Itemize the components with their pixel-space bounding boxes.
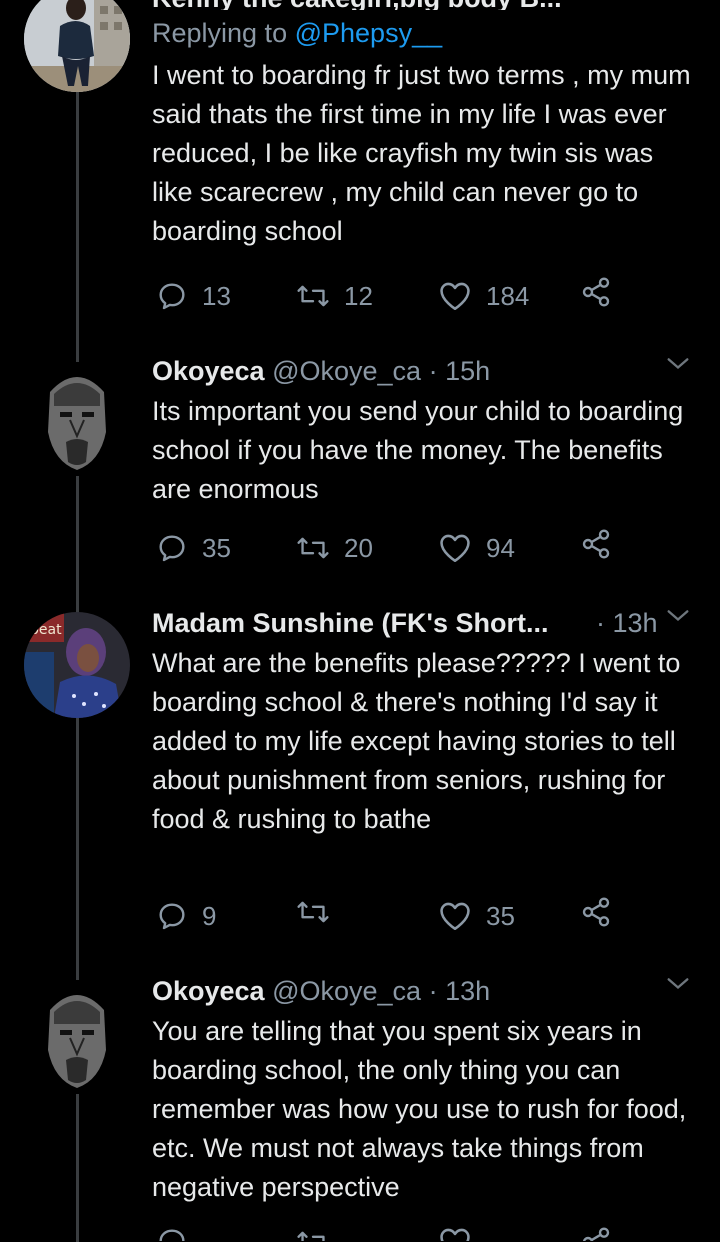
replying-to-handle[interactable]: @Phepsy__ xyxy=(295,18,443,48)
retweet-icon xyxy=(297,901,329,923)
like-icon xyxy=(440,282,470,311)
share-button[interactable] xyxy=(580,896,612,928)
chevron-down-icon[interactable] xyxy=(664,602,692,638)
tweet-actions xyxy=(152,1226,622,1241)
reply-count: 35 xyxy=(202,533,231,563)
tweet-content: Okoyeca @Okoye_ca · 15h Its important yo… xyxy=(152,354,700,509)
avatar-image: beat xyxy=(24,612,130,718)
author-name[interactable]: Okoyeca xyxy=(152,356,265,386)
share-button[interactable] xyxy=(580,1226,612,1241)
tweet-header-partial: Kenny the cakegirl,big body B... xyxy=(152,0,700,10)
avatar-image xyxy=(24,0,130,92)
avatar[interactable] xyxy=(40,980,114,1094)
tweet-header: Okoyeca @Okoye_ca · 13h xyxy=(152,974,700,1008)
reply-button[interactable]: 9 xyxy=(156,896,216,936)
like-icon xyxy=(440,1228,470,1241)
author-handle[interactable]: @Okoye_ca xyxy=(272,356,421,386)
reply-button[interactable] xyxy=(156,1226,188,1241)
tweet-header: Okoyeca @Okoye_ca · 15h xyxy=(152,354,700,388)
retweet-count: 20 xyxy=(344,533,373,563)
retweet-button[interactable]: 12 xyxy=(296,276,373,316)
tweet-time[interactable]: · 13h xyxy=(429,976,491,1006)
tweet-text: Its important you send your child to boa… xyxy=(152,396,684,504)
tweet-actions: 13 12 184 xyxy=(152,276,622,316)
svg-text:beat: beat xyxy=(30,622,62,638)
replying-to-label: Replying to xyxy=(152,18,288,48)
reply-icon xyxy=(159,535,185,562)
author-name[interactable]: Madam Sunshine (FK's Short... xyxy=(152,608,548,638)
author-name[interactable]: Okoyeca xyxy=(152,976,265,1006)
reply-count: 13 xyxy=(202,281,231,311)
tweet[interactable]: Kenny the cakegirl,big body B... Replyin… xyxy=(0,0,720,340)
like-count: 35 xyxy=(486,901,515,931)
tweet-time[interactable]: · 13h xyxy=(596,606,658,640)
chevron-down-icon[interactable] xyxy=(664,970,692,1006)
share-button[interactable] xyxy=(580,528,612,560)
tweet-content: Kenny the cakegirl,big body B... Replyin… xyxy=(152,0,700,251)
avatar[interactable] xyxy=(24,0,130,92)
tweet-text: What are the benefits please????? I went… xyxy=(152,648,681,834)
like-button[interactable]: 94 xyxy=(438,528,515,568)
share-icon xyxy=(582,529,610,559)
share-icon xyxy=(582,1227,610,1241)
tweet-time[interactable]: · 15h xyxy=(429,356,491,386)
reply-icon xyxy=(159,1229,185,1241)
reply-button[interactable]: 13 xyxy=(156,276,231,316)
retweet-icon xyxy=(297,537,329,559)
share-icon xyxy=(582,897,610,927)
like-button[interactable]: 184 xyxy=(438,276,529,316)
tweet-content: Okoyeca @Okoye_ca · 13h You are telling … xyxy=(152,974,700,1207)
avatar[interactable]: beat xyxy=(24,612,130,718)
like-button[interactable]: 35 xyxy=(438,896,515,936)
retweet-count: 12 xyxy=(344,281,373,311)
retweet-button[interactable] xyxy=(296,896,330,928)
like-icon xyxy=(440,902,470,931)
tweet-text: I went to boarding fr just two terms , m… xyxy=(152,60,691,246)
retweet-icon xyxy=(297,285,329,307)
chevron-down-icon[interactable] xyxy=(664,350,692,386)
tweet-header: Madam Sunshine (FK's Short... · 13h xyxy=(152,606,700,640)
tweet-text: You are telling that you spent six years… xyxy=(152,1016,687,1202)
like-count: 184 xyxy=(486,281,530,311)
retweet-icon xyxy=(297,1231,325,1241)
like-icon xyxy=(440,534,470,563)
like-count: 94 xyxy=(486,533,515,563)
reply-button[interactable]: 35 xyxy=(156,528,231,568)
reply-icon xyxy=(159,283,185,310)
tweet[interactable]: beat Madam Sunshine (FK's Short... · 13h… xyxy=(0,604,720,964)
author-handle[interactable]: @Okoye_ca xyxy=(272,976,421,1006)
avatar[interactable] xyxy=(40,362,114,476)
tweet[interactable]: Okoyeca @Okoye_ca · 15h Its important yo… xyxy=(0,352,720,592)
tweet-actions: 35 20 94 xyxy=(152,528,622,568)
author-name[interactable]: Kenny the cakegirl,big body B... xyxy=(152,0,562,10)
reply-icon xyxy=(159,903,185,930)
share-button[interactable] xyxy=(580,276,612,308)
like-button[interactable] xyxy=(438,1226,472,1241)
retweet-button[interactable]: 20 xyxy=(296,528,373,568)
tweet-actions: 9 35 xyxy=(152,896,622,936)
avatar-image xyxy=(40,980,114,1094)
tweet-content: Madam Sunshine (FK's Short... · 13h What… xyxy=(152,606,700,839)
retweet-button[interactable] xyxy=(296,1226,330,1241)
avatar-image xyxy=(40,362,114,476)
share-icon xyxy=(582,277,610,307)
reply-count: 9 xyxy=(202,901,217,931)
replying-to: Replying to @Phepsy__ xyxy=(152,16,700,50)
tweet[interactable]: Okoyeca @Okoye_ca · 13h You are telling … xyxy=(0,972,720,1241)
